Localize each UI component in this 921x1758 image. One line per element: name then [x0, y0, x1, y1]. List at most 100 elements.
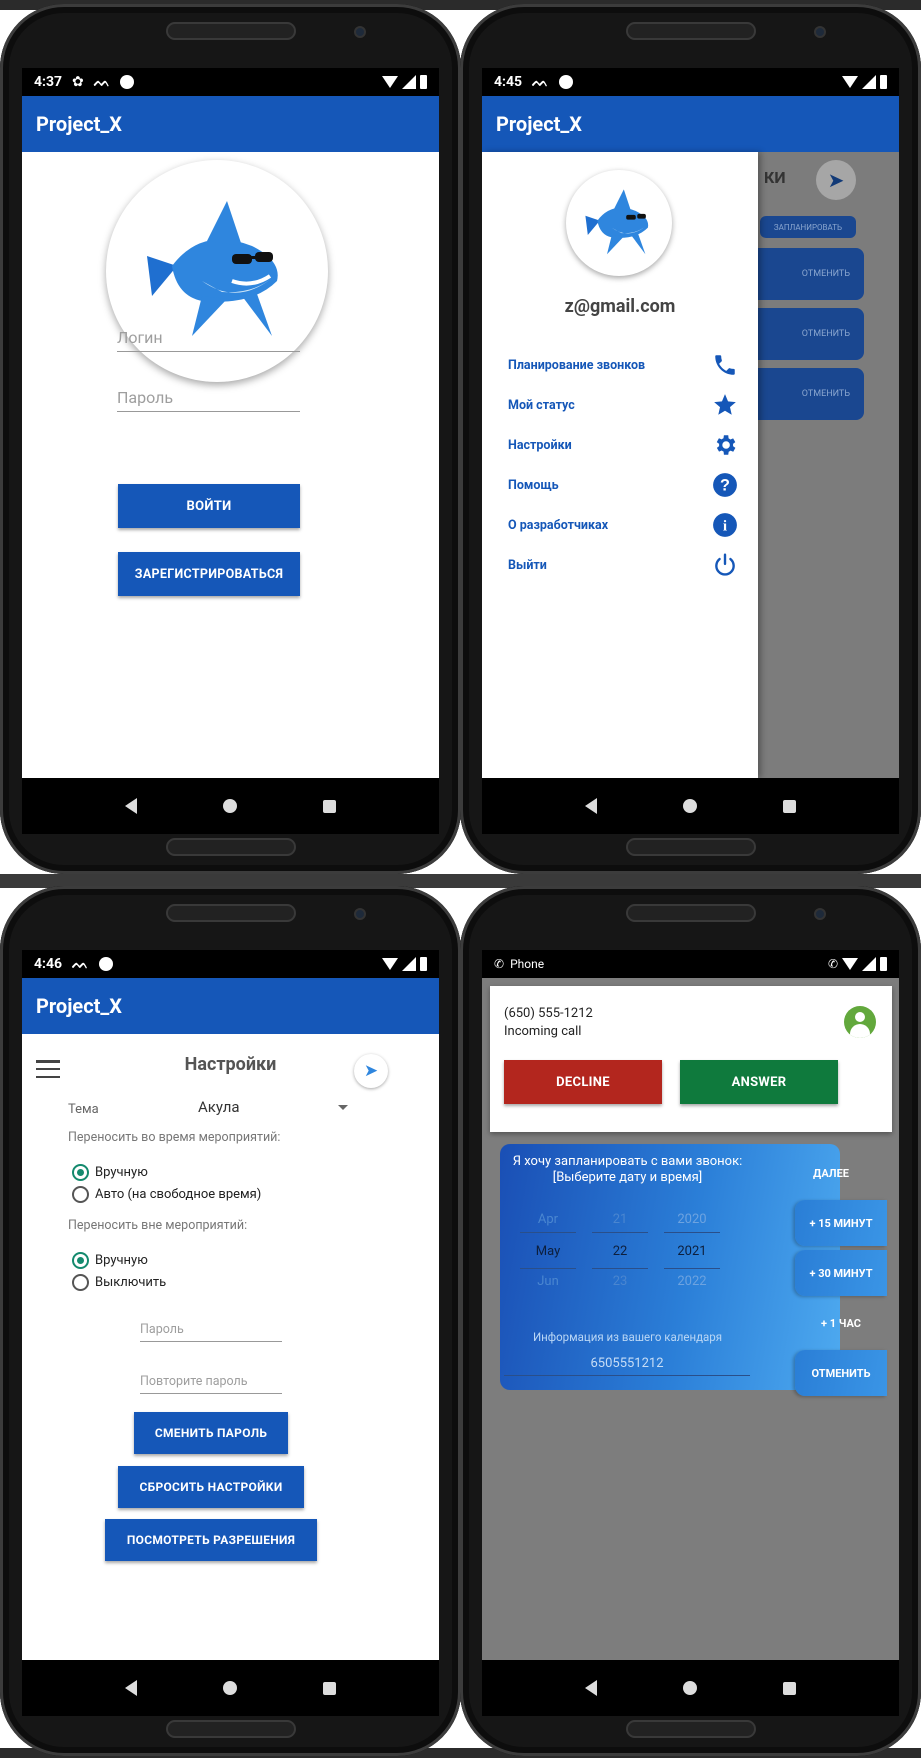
home-icon[interactable]: [683, 799, 697, 813]
picker-day-next[interactable]: 23: [592, 1274, 648, 1289]
speaker-top: [625, 22, 756, 40]
home-icon[interactable]: [223, 799, 237, 813]
recents-icon[interactable]: [783, 1681, 796, 1695]
calendar-info-label: Информация из вашего календаря: [532, 1330, 723, 1344]
svg-text:i: i: [723, 517, 727, 534]
login-input[interactable]: Логин: [117, 328, 300, 352]
repeat-password-input[interactable]: Повторите пароль: [140, 1374, 282, 1394]
incoming-call-card: (650) 555-1212 Incoming call DECLINE ANS…: [490, 986, 892, 1132]
picker-year-next[interactable]: 2022: [664, 1274, 720, 1289]
status-bar: 4:37 ✿ ᨓ: [22, 68, 439, 96]
cancel-button[interactable]: ОТМЕНИТЬ: [795, 1350, 887, 1396]
app-bar: Project_X: [22, 96, 439, 152]
picker-month-selected[interactable]: May: [520, 1244, 576, 1259]
status-bar: ✆ Phone ✆: [482, 950, 899, 978]
decline-button[interactable]: DECLINE: [504, 1060, 662, 1104]
speaker-bottom: [165, 838, 296, 856]
record-icon: [558, 75, 573, 89]
login-button[interactable]: ВОЙТИ: [118, 484, 300, 528]
plus-15-minutes-button[interactable]: + 15 МИНУТ: [795, 1200, 887, 1246]
reset-settings-button[interactable]: СБРОСИТЬ НАСТРОЙКИ: [118, 1466, 304, 1508]
radio-during-manual[interactable]: Вручную: [72, 1164, 148, 1181]
menu-item-help[interactable]: Помощь ?: [508, 472, 738, 498]
background-card: ОТМЕНИТЬ: [742, 248, 864, 300]
speaker-top: [165, 22, 296, 40]
shark-logo-icon: [585, 189, 649, 255]
radio-outside-off[interactable]: Выключить: [72, 1274, 166, 1291]
picker-day-prev[interactable]: 21: [592, 1212, 648, 1227]
menu-item-logout[interactable]: Выйти: [508, 552, 738, 578]
change-password-button[interactable]: СМЕНИТЬ ПАРОЛЬ: [134, 1412, 288, 1454]
home-icon[interactable]: [683, 1681, 697, 1695]
power-icon: [715, 553, 735, 576]
app-bar: Project_X: [22, 978, 439, 1034]
recents-icon[interactable]: [323, 799, 336, 813]
view-permissions-button[interactable]: ПОСМОТРЕТЬ РАЗРЕШЕНИЯ: [105, 1519, 317, 1561]
radio-unselected-icon: [72, 1274, 89, 1291]
picker-day-selected[interactable]: 22: [592, 1244, 648, 1259]
login-screen: 4:37 ✿ ᨓ Project_X Логин Пароль ВОЙТИ ЗА…: [22, 68, 439, 778]
settings-screen: 4:46 ᨓ Project_X Настройки ➤ Тема Акула …: [22, 950, 439, 1660]
info-icon: i: [713, 513, 737, 537]
phone-number-input[interactable]: 6505551212: [504, 1356, 750, 1376]
screenshot-collage: 4:37 ✿ ᨓ Project_X Логин Пароль ВОЙТИ ЗА…: [0, 0, 921, 1758]
plus-1-hour-button[interactable]: + 1 ЧАС: [795, 1300, 887, 1346]
back-icon[interactable]: [585, 798, 597, 814]
back-icon[interactable]: [125, 798, 137, 814]
recents-icon[interactable]: [783, 799, 796, 813]
status-time: 4:45: [494, 74, 523, 90]
app-bar: Project_X: [482, 96, 899, 152]
system-nav-bar: [482, 778, 899, 834]
status-bar: 4:45 ᨓ: [482, 68, 899, 96]
picker-divider: [664, 1232, 720, 1233]
wifi-icon: [842, 958, 858, 970]
help-icon: ?: [713, 473, 737, 497]
app-title: Project_X: [36, 994, 122, 1018]
battery-icon: [880, 957, 887, 971]
plus-30-minutes-button[interactable]: + 30 МИНУТ: [795, 1250, 887, 1296]
home-icon[interactable]: [223, 1681, 237, 1695]
menu-item-call-planning[interactable]: Планирование звонков: [508, 352, 738, 378]
logo-icon: ➤: [354, 1054, 388, 1088]
back-icon[interactable]: [125, 1680, 137, 1696]
radio-during-auto[interactable]: Авто (на свободное время): [72, 1186, 261, 1203]
password-input[interactable]: Пароль: [117, 388, 300, 412]
settings-status-icon: ✿: [72, 74, 84, 90]
front-camera: [354, 26, 366, 38]
system-nav-bar: [22, 1660, 439, 1716]
new-password-input[interactable]: Пароль: [140, 1322, 282, 1342]
wifi-icon: [382, 958, 398, 970]
theme-label: Тема: [68, 1102, 99, 1117]
next-button[interactable]: ДАЛЕЕ: [785, 1148, 877, 1198]
picker-year-selected[interactable]: 2021: [664, 1244, 720, 1259]
speaker-bottom: [625, 838, 756, 856]
picker-month-prev[interactable]: Apr: [520, 1212, 576, 1227]
picker-year-prev[interactable]: 2020: [664, 1212, 720, 1227]
signal-icon: [402, 75, 416, 89]
theme-select[interactable]: Акула: [198, 1098, 348, 1120]
speaker-bottom: [165, 1720, 296, 1738]
svg-text:?: ?: [720, 476, 730, 494]
user-email: z@gmail.com: [564, 296, 676, 317]
phone-login: 4:37 ✿ ᨓ Project_X Логин Пароль ВОЙТИ ЗА…: [0, 4, 461, 874]
star-icon: [714, 394, 736, 415]
back-icon[interactable]: [585, 1680, 597, 1696]
menu-item-settings[interactable]: Настройки: [508, 432, 738, 458]
register-button[interactable]: ЗАРЕГИСТРИРОВАТЬСЯ: [118, 552, 300, 596]
speaker-bottom: [625, 1720, 756, 1738]
record-icon: [120, 75, 135, 89]
menu-item-my-status[interactable]: Мой статус: [508, 392, 738, 418]
drawer-avatar: [566, 170, 672, 276]
menu-item-about-developers[interactable]: О разработчиках i: [508, 512, 738, 538]
picker-divider: [664, 1268, 720, 1269]
phone-settings: 4:46 ᨓ Project_X Настройки ➤ Тема Акула …: [0, 886, 461, 1756]
date-picker[interactable]: Apr 21 2020 May 22 2021 Jun 23 2022: [520, 1206, 750, 1306]
picker-month-next[interactable]: Jun: [520, 1274, 576, 1289]
recents-icon[interactable]: [323, 1681, 336, 1695]
background-card: ОТМЕНИТЬ: [742, 308, 864, 360]
picker-divider: [520, 1268, 576, 1269]
answer-button[interactable]: ANSWER: [680, 1060, 838, 1104]
schedule-prompt: Я хочу запланировать с вами звонок: [Выб…: [512, 1154, 743, 1185]
radio-outside-manual[interactable]: Вручную: [72, 1252, 148, 1269]
signal-icon: [862, 75, 876, 89]
